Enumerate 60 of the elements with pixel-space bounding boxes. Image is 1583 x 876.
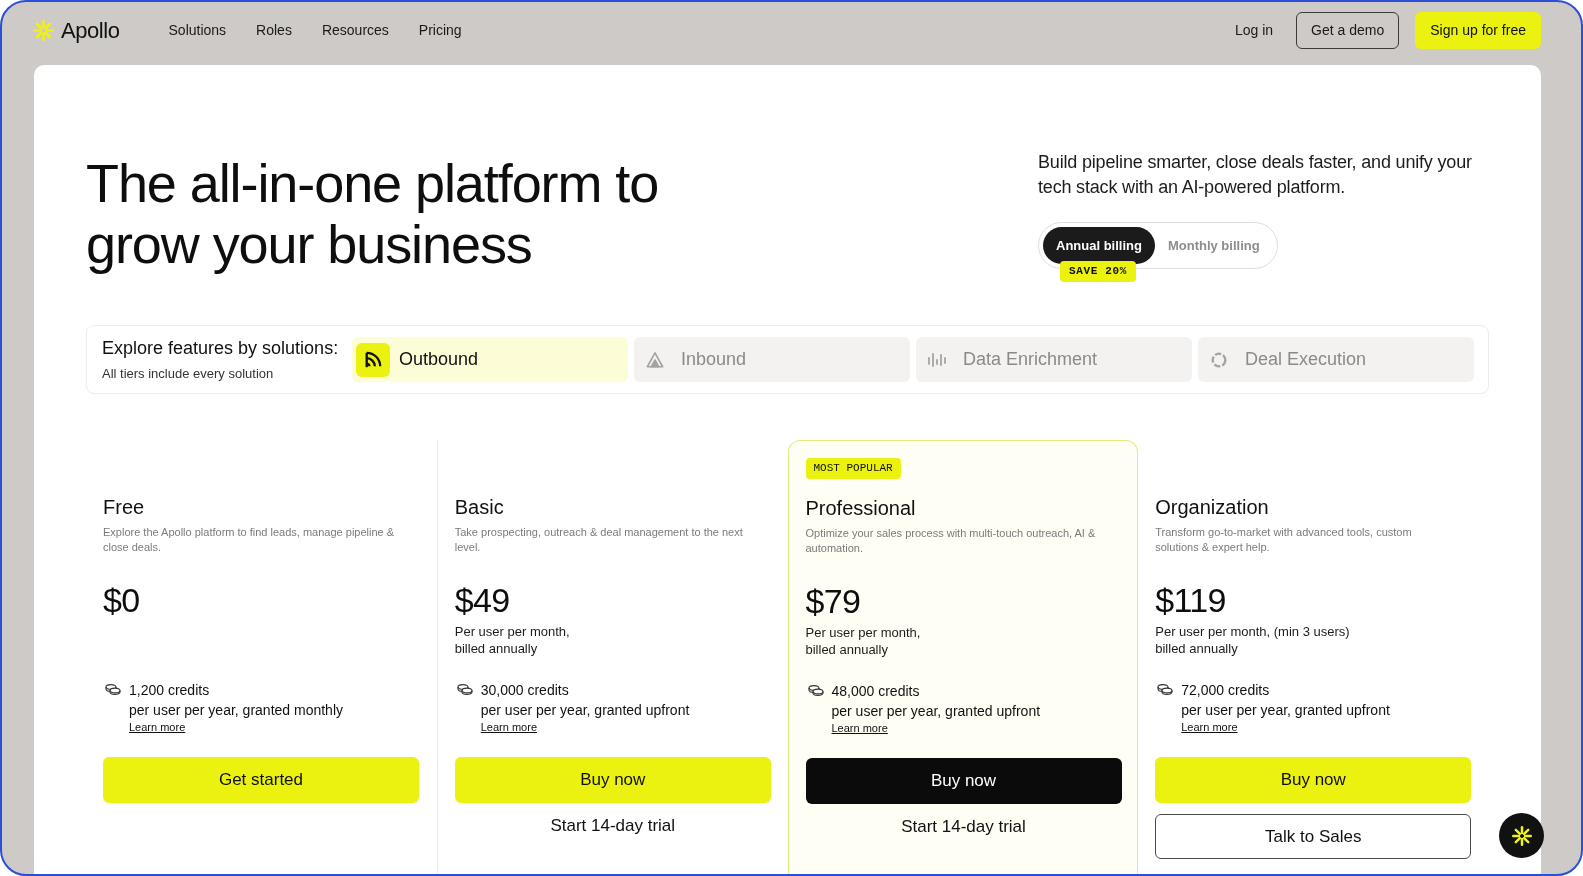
- nav-link[interactable]: Pricing: [418, 19, 462, 41]
- login-link[interactable]: Log in: [1234, 19, 1274, 41]
- hero-subtitle: Build pipeline smarter, close deals faster, and unify your tech stack with an AI-powered platform.: [1038, 151, 1473, 199]
- solutions-title: Explore features by solutions:: [102, 337, 340, 359]
- credits-amount: 1,200 credits: [129, 681, 210, 700]
- logo-icon: [33, 19, 54, 41]
- triangle-icon: [646, 350, 664, 369]
- plan-cta-button[interactable]: Buy now: [454, 757, 771, 803]
- price-note: Per user per month, billed annually: [454, 623, 570, 657]
- plan-description: Take prospecting, outreach & deal management to the next level.: [454, 525, 744, 555]
- ring-icon: [1210, 350, 1228, 369]
- learn-more-link[interactable]: Learn more: [129, 720, 186, 734]
- learn-more-link[interactable]: Learn more: [831, 721, 888, 735]
- sparkle-icon: [1511, 825, 1532, 846]
- learn-more-link[interactable]: Learn more: [1181, 720, 1238, 734]
- credits-note: per user per year, granted upfront: [831, 702, 1041, 721]
- plan-description: Explore the Apollo platform to find leads, manage pipeline & close deals.: [103, 525, 396, 555]
- hero-heading: The all-in-one platform to grow your business: [86, 153, 659, 275]
- plan-price: $0: [103, 580, 140, 620]
- discount-badge: SAVE 20%: [1060, 261, 1137, 282]
- plan-price: $79: [805, 581, 861, 621]
- credits-amount: 48,000 credits: [831, 682, 920, 701]
- plan-cta-button[interactable]: Buy now: [805, 758, 1122, 804]
- plan-description: Transform go-to-market with advanced tools, custom solutions & expert help.: [1155, 525, 1413, 555]
- price-note: Per user per month, billed annually: [805, 624, 921, 658]
- nav-link[interactable]: Roles: [256, 19, 292, 41]
- popular-badge: MOST POPULAR: [805, 458, 901, 479]
- waveform-icon: [927, 351, 947, 368]
- solution-tab[interactable]: Outbound: [352, 337, 628, 382]
- credits-amount: 72,000 credits: [1181, 681, 1270, 700]
- brand-name: Apollo: [61, 16, 120, 45]
- trial-link[interactable]: Start 14-day trial: [550, 814, 676, 838]
- credits-note: per user per year, granted upfront: [1181, 701, 1390, 720]
- coins-icon: [105, 684, 121, 695]
- trial-link[interactable]: Start 14-day trial: [901, 815, 1026, 839]
- solutions-subtitle: All tiers include every solution: [102, 365, 275, 382]
- plan-name: Organization: [1155, 495, 1269, 520]
- coins-icon: [807, 685, 824, 696]
- demo-button[interactable]: Get a demo: [1296, 11, 1400, 49]
- learn-more-link[interactable]: Learn more: [480, 720, 537, 734]
- plan-name: Free: [103, 495, 145, 520]
- plan-price: $49: [454, 580, 510, 620]
- plan-name: Professional: [805, 496, 916, 521]
- plan-name: Basic: [454, 495, 504, 520]
- credits-note: per user per year, granted upfront: [480, 701, 690, 720]
- coins-icon: [1157, 684, 1174, 695]
- nav-link[interactable]: Solutions: [168, 19, 227, 41]
- credits-note: per user per year, granted monthly: [129, 701, 343, 720]
- billing-option[interactable]: Annual billing: [1043, 227, 1155, 264]
- plan-cta-button[interactable]: Get started: [103, 757, 419, 803]
- plan-price: $119: [1155, 580, 1226, 620]
- credits-amount: 30,000 credits: [480, 681, 569, 700]
- price-note: Per user per month, (min 3 users) billed annually: [1155, 623, 1350, 657]
- sales-button[interactable]: Talk to Sales: [1155, 814, 1472, 859]
- signup-button[interactable]: Sign up for free: [1415, 11, 1541, 49]
- plan-cta-button[interactable]: Buy now: [1155, 757, 1472, 803]
- signal-icon: [356, 342, 390, 377]
- nav-link[interactable]: Resources: [321, 19, 389, 41]
- coins-icon: [456, 684, 473, 695]
- plan-description: Optimize your sales process with multi-touch outreach, AI & automation.: [805, 526, 1097, 556]
